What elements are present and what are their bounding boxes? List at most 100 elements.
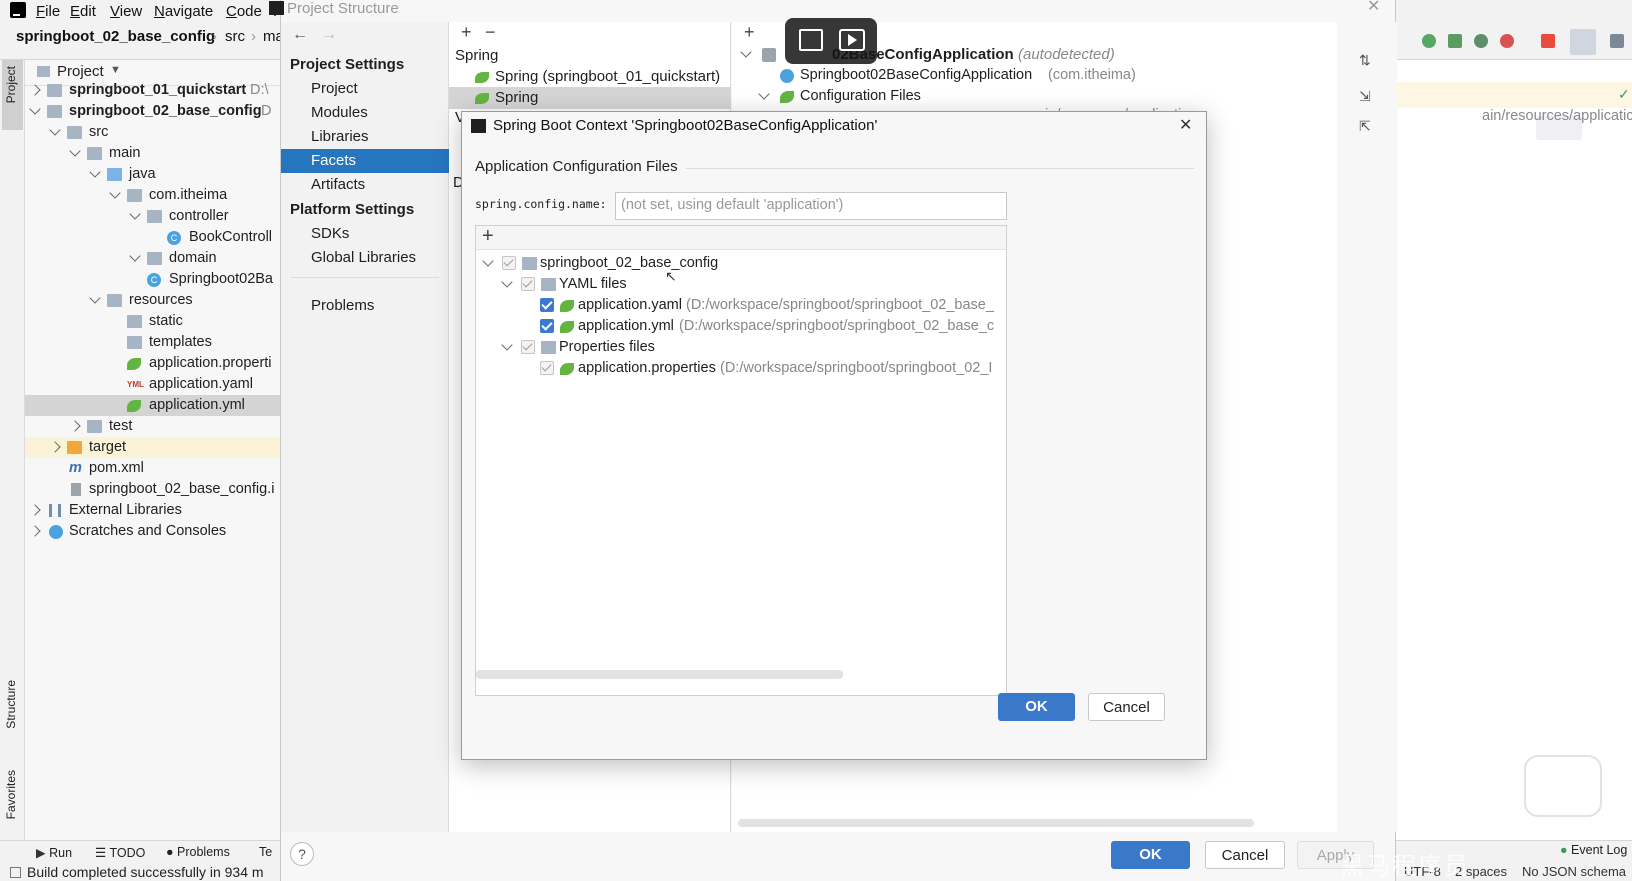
facet-item[interactable]: Spring (springboot_01_quickstart) [449, 66, 731, 88]
divider [291, 277, 439, 278]
folder-icon [127, 315, 142, 328]
tree-row[interactable]: domain [25, 248, 280, 269]
help-button[interactable]: ? [290, 842, 314, 866]
remove-icon[interactable]: − [485, 22, 496, 43]
tree-row[interactable]: java [25, 164, 280, 185]
tree-row[interactable]: templates [25, 332, 280, 353]
tool-window-structure[interactable]: Structure [4, 680, 18, 729]
checkmark-icon: ✓ [1618, 86, 1630, 102]
nav-item-modules[interactable]: Modules [281, 101, 449, 125]
file-checkbox[interactable] [540, 298, 554, 312]
tree-row[interactable]: External Libraries [25, 500, 280, 521]
add-icon[interactable]: + [744, 22, 755, 43]
json-schema-status[interactable]: No JSON schema [1522, 864, 1626, 879]
collapse-all-icon[interactable]: ⇱ [1359, 118, 1371, 135]
event-log-tab[interactable]: ● Event Log [1560, 843, 1627, 857]
terminal-tab[interactable]: Te [259, 845, 272, 859]
nav-item-project[interactable]: Project [281, 77, 449, 101]
expand-all-icon[interactable]: ⇲ [1359, 88, 1371, 105]
add-icon[interactable]: + [461, 22, 472, 43]
file-checkbox[interactable] [540, 361, 554, 375]
tool-window-project[interactable]: Project [4, 66, 18, 103]
chevron-down-icon[interactable]: ▼ [110, 64, 121, 76]
todo-tab[interactable]: ☰ TODO [95, 845, 145, 860]
tree-row[interactable]: C Springboot02Ba [25, 269, 280, 290]
package-icon [147, 210, 162, 223]
horizontal-scrollbar[interactable] [476, 670, 843, 679]
config-name-input[interactable]: (not set, using default 'application') [615, 192, 1007, 220]
menu-code[interactable]: Code [226, 3, 262, 20]
add-icon[interactable]: + [482, 226, 494, 248]
cancel-button[interactable]: Cancel [1088, 693, 1165, 721]
cancel-button[interactable]: Cancel [1205, 841, 1285, 869]
nav-item-libraries[interactable]: Libraries [281, 125, 449, 149]
tree-row[interactable]: main [25, 143, 280, 164]
breadcrumb-src[interactable]: src [225, 28, 245, 45]
side-toolbar: ⇅ ⇲ ⇱ [1337, 22, 1397, 832]
scratches-icon [49, 525, 63, 539]
tree-row[interactable]: resources [25, 290, 280, 311]
project-structure-icon[interactable] [1570, 29, 1596, 55]
menu-file[interactable]: File [36, 3, 60, 20]
config-name-label: spring.config.name: [475, 197, 607, 211]
nav-item-facets[interactable]: Facets [281, 149, 449, 173]
project-panel-title[interactable]: Project [57, 63, 104, 80]
tree-row[interactable]: springboot_02_base_config.i [25, 479, 280, 500]
problems-tab[interactable]: ● Problems [166, 845, 230, 859]
file-checkbox[interactable] [540, 319, 554, 333]
sort-icon[interactable]: ⇅ [1359, 52, 1371, 69]
tree-row[interactable]: target [25, 437, 280, 458]
stop-icon[interactable] [1541, 34, 1555, 48]
menu-navigate[interactable]: Navigate [154, 3, 213, 20]
tool-window-favorites[interactable]: Favorites [4, 770, 18, 819]
nav-item-artifacts[interactable]: Artifacts [281, 173, 449, 197]
tree-row[interactable]: springboot_01_quickstart D:\ [25, 80, 280, 101]
tree-row[interactable]: m pom.xml [25, 458, 280, 479]
back-arrow-icon[interactable]: ← [292, 26, 308, 44]
folder-icon [87, 420, 102, 433]
tree-row[interactable]: springboot_02_base_config D [25, 101, 280, 122]
tree-row[interactable]: controller [25, 206, 280, 227]
menu-view[interactable]: View [110, 3, 142, 20]
debug-icon[interactable] [1448, 34, 1462, 48]
tree-row[interactable]: Scratches and Consoles [25, 521, 280, 542]
nav-item-sdks[interactable]: SDKs [281, 222, 449, 246]
nav-item-global-libraries[interactable]: Global Libraries [281, 246, 449, 270]
horizontal-scrollbar[interactable] [738, 819, 1254, 827]
properties-group-checkbox[interactable] [521, 340, 535, 354]
tree-row[interactable]: static [25, 311, 280, 332]
close-icon[interactable]: ✕ [1179, 115, 1192, 135]
folder-icon [87, 147, 102, 160]
breadcrumb-project[interactable]: springboot_02_base_config [16, 28, 215, 45]
run-tab[interactable]: ▶ Run [36, 845, 72, 860]
breadcrumb-separator: › [212, 28, 217, 45]
spring-class-icon [780, 69, 794, 83]
tree-row[interactable]: src [25, 122, 280, 143]
forward-arrow-icon[interactable]: → [321, 26, 337, 44]
nav-item-problems[interactable]: Problems [281, 294, 449, 318]
tree-row[interactable]: C BookControll [25, 227, 280, 248]
ok-button[interactable]: OK [1111, 841, 1190, 869]
terminal-icon[interactable] [1610, 34, 1624, 48]
tree-row[interactable]: YML application.yaml [25, 374, 280, 395]
module-checkbox[interactable] [502, 256, 516, 270]
ok-button[interactable]: OK [998, 693, 1075, 721]
project-settings-header: Project Settings [290, 56, 405, 73]
player-play-button[interactable] [1524, 755, 1602, 817]
profile-icon[interactable] [1500, 34, 1514, 48]
tree-row-selected[interactable]: application.yml [25, 395, 280, 416]
tree-row[interactable]: application.properti [25, 353, 280, 374]
tree-row[interactable]: com.itheima [25, 185, 280, 206]
mini-player-icon[interactable] [799, 29, 823, 51]
rerun-icon[interactable] [1422, 34, 1436, 48]
main-toolbar [1396, 24, 1632, 60]
coverage-icon[interactable] [1474, 34, 1488, 48]
spring-config-icon [560, 363, 574, 375]
menu-edit[interactable]: Edit [70, 3, 96, 20]
problems-icon: ● [166, 845, 178, 859]
tree-row[interactable]: test [25, 416, 280, 437]
close-icon[interactable]: ✕ [1367, 0, 1380, 16]
facet-item-selected[interactable]: Spring (springboot_02_base_config) [449, 87, 731, 128]
yaml-group-checkbox[interactable] [521, 277, 535, 291]
list-icon: ☰ [95, 846, 110, 860]
